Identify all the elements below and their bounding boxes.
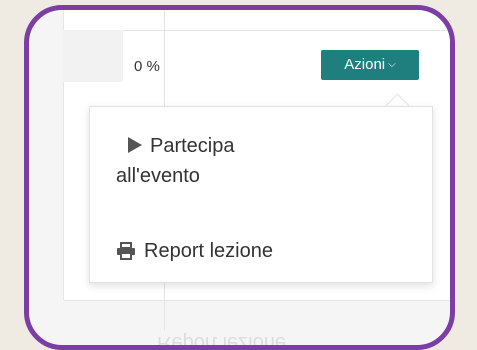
highlight-frame: 0 % Azioni ⌵ Partecipa all'evento Report …: [24, 5, 455, 350]
print-icon: [116, 239, 136, 269]
menu-item-report-lesson[interactable]: Report lezione: [116, 236, 273, 269]
menu-item-label-line1: Partecipa: [150, 135, 235, 157]
menu-item-label-line2: all'evento: [116, 165, 200, 187]
reflected-label: Report lezione: [157, 332, 286, 350]
reflected-menu-item: Report lezione: [157, 331, 286, 350]
actions-button[interactable]: Azioni ⌵: [321, 50, 419, 80]
menu-item-label: Report lezione: [144, 240, 273, 262]
actions-dropdown-menu: Partecipa all'evento Report lezione: [89, 106, 433, 283]
table-row-divider: [64, 300, 450, 301]
menu-item-join-event[interactable]: Partecipa all'evento: [116, 131, 235, 191]
progress-value: 0 %: [134, 58, 160, 75]
progress-cell: [63, 30, 123, 82]
actions-button-label: Azioni: [344, 56, 386, 73]
chevron-down-icon: ⌵: [388, 59, 396, 70]
play-icon: [128, 137, 142, 153]
